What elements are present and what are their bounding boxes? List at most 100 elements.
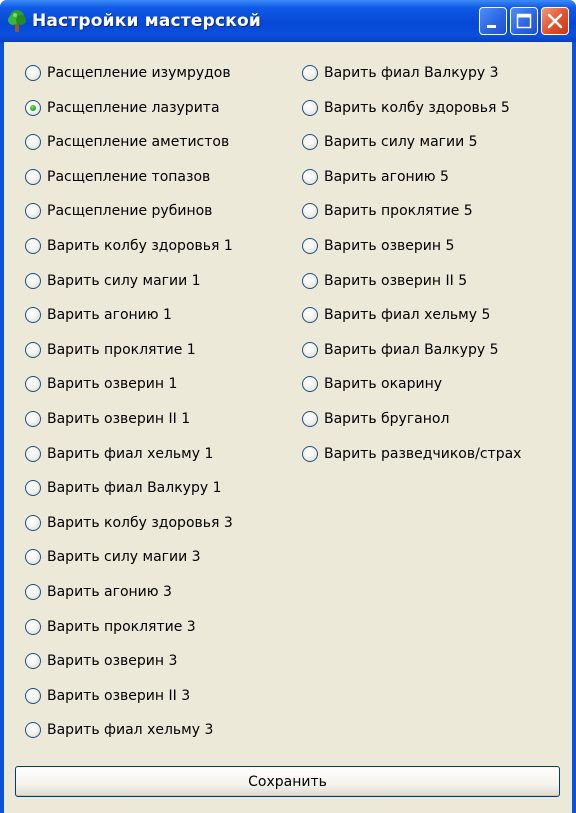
radio-label: Расщепление лазурита xyxy=(47,99,220,116)
radio-label: Варить фиал хельму 5 xyxy=(324,307,491,324)
radio-label: Варить озверин II 3 xyxy=(47,687,191,704)
radio-button[interactable] xyxy=(302,445,318,462)
radio-label: Варить агонию 5 xyxy=(324,168,449,185)
radio-option[interactable]: Варить силу магии 5 xyxy=(302,131,478,153)
radio-option[interactable]: Варить колбу здоровья 5 xyxy=(302,97,510,119)
radio-option[interactable]: Расщепление изумрудов xyxy=(25,62,231,84)
radio-option[interactable]: Варить колбу здоровья 3 xyxy=(25,512,233,534)
radio-button[interactable] xyxy=(302,238,318,254)
radio-option[interactable]: Варить силу магии 3 xyxy=(25,546,201,568)
radio-label: Варить озверин 3 xyxy=(47,653,178,670)
radio-label: Варить фиал хельму 1 xyxy=(47,445,214,462)
radio-label: Варить силу магии 3 xyxy=(47,549,201,566)
radio-option[interactable]: Варить фиал Валкуру 1 xyxy=(25,477,221,499)
radio-label: Варить озверин 1 xyxy=(47,376,178,393)
radio-button[interactable] xyxy=(25,411,41,427)
radio-label: Варить колбу здоровья 5 xyxy=(324,99,510,116)
radio-button[interactable] xyxy=(25,549,41,566)
radio-button[interactable] xyxy=(25,272,41,289)
radio-option[interactable]: Расщепление рубинов xyxy=(25,200,212,222)
radio-label: Варить окарину xyxy=(324,376,443,393)
radio-label: Варить колбу здоровья 3 xyxy=(47,514,233,531)
radio-button[interactable] xyxy=(302,376,318,393)
radio-label: Варить бруганол xyxy=(324,411,450,427)
radio-label: Варить озверин II 5 xyxy=(324,272,468,289)
radio-option[interactable]: Варить агонию 3 xyxy=(25,581,172,603)
radio-option[interactable]: Варить проклятие 3 xyxy=(25,616,196,638)
radio-label: Варить фиал Валкуру 3 xyxy=(324,65,499,81)
radio-label: Расщепление рубинов xyxy=(47,203,213,220)
radio-label: Расщепление аметистов xyxy=(47,134,230,151)
radio-option[interactable]: Варить разведчиков/страх xyxy=(302,443,521,465)
radio-label: Расщепление топазов xyxy=(47,168,211,185)
radio-label: Варить озверин 5 xyxy=(324,238,455,254)
radio-button[interactable] xyxy=(25,687,41,704)
radio-button[interactable] xyxy=(302,272,318,289)
radio-button-checked[interactable] xyxy=(25,99,41,116)
radio-button[interactable] xyxy=(302,341,318,358)
title-bar[interactable]: Настройки мастерской xyxy=(0,0,576,42)
radio-button[interactable] xyxy=(302,203,318,220)
close-button[interactable] xyxy=(541,7,569,35)
radio-label: Варить агонию 1 xyxy=(47,307,172,324)
radio-button[interactable] xyxy=(25,203,41,220)
window-title: Настройки мастерской xyxy=(32,11,261,31)
radio-button[interactable] xyxy=(302,134,318,151)
tree-icon xyxy=(8,10,26,32)
radio-button[interactable] xyxy=(25,168,41,185)
radio-button[interactable] xyxy=(25,307,41,324)
radio-button[interactable] xyxy=(302,168,318,185)
radio-option[interactable]: Варить колбу здоровья 1 xyxy=(25,235,233,257)
radio-label: Варить озверин II 1 xyxy=(47,411,191,427)
radio-option[interactable]: Расщепление лазурита xyxy=(25,97,220,119)
maximize-button[interactable] xyxy=(510,7,538,35)
close-icon xyxy=(547,13,563,29)
radio-label: Варить агонию 3 xyxy=(47,584,172,600)
radio-label: Варить силу магии 1 xyxy=(47,272,201,289)
radio-button[interactable] xyxy=(302,307,318,324)
radio-button[interactable] xyxy=(25,618,41,635)
radio-button[interactable] xyxy=(25,480,41,497)
radio-option[interactable]: Расщепление топазов xyxy=(25,166,210,188)
radio-option[interactable]: Варить силу магии 1 xyxy=(25,270,201,292)
radio-option[interactable]: Варить фиал Валкуру 3 xyxy=(302,62,498,84)
radio-option[interactable]: Варить проклятие 1 xyxy=(25,339,196,361)
radio-button[interactable] xyxy=(302,65,318,81)
radio-option[interactable]: Варить фиал хельму 1 xyxy=(25,443,213,465)
save-button[interactable]: Сохранить xyxy=(15,766,560,797)
radio-label: Варить фиал Валкуру 1 xyxy=(47,480,222,497)
radio-option[interactable]: Варить озверин 1 xyxy=(25,373,177,395)
radio-button[interactable] xyxy=(25,653,41,670)
radio-button[interactable] xyxy=(302,411,318,427)
radio-option[interactable]: Варить фиал хельму 5 xyxy=(302,304,490,326)
radio-label: Варить силу магии 5 xyxy=(324,134,478,151)
radio-label: Варить проклятие 5 xyxy=(324,203,473,220)
radio-option[interactable]: Варить окарину xyxy=(302,373,442,395)
radio-option[interactable]: Варить озверин II 1 xyxy=(25,408,190,430)
radio-option[interactable]: Расщепление аметистов xyxy=(25,131,229,153)
radio-option[interactable]: Варить агонию 1 xyxy=(25,304,172,326)
radio-button[interactable] xyxy=(25,238,41,254)
radio-option[interactable]: Варить фиал Валкуру 5 xyxy=(302,339,498,361)
radio-button[interactable] xyxy=(25,445,41,462)
radio-button[interactable] xyxy=(302,99,318,116)
radio-option[interactable]: Варить озверин 3 xyxy=(25,650,177,672)
radio-button[interactable] xyxy=(25,722,41,739)
radio-label: Варить фиал хельму 3 xyxy=(47,722,214,739)
radio-label: Варить колбу здоровья 1 xyxy=(47,238,233,254)
radio-button[interactable] xyxy=(25,376,41,393)
radio-option[interactable]: Варить агонию 5 xyxy=(302,166,449,188)
radio-option[interactable]: Варить озверин 5 xyxy=(302,235,454,257)
radio-button[interactable] xyxy=(25,514,41,531)
radio-button[interactable] xyxy=(25,134,41,151)
radio-button[interactable] xyxy=(25,65,41,81)
radio-button[interactable] xyxy=(25,584,41,600)
radio-label: Варить разведчиков/страх xyxy=(324,445,522,462)
radio-option[interactable]: Варить фиал хельму 3 xyxy=(25,719,213,741)
radio-option[interactable]: Варить бруганол xyxy=(302,408,449,430)
radio-button[interactable] xyxy=(25,341,41,358)
radio-option[interactable]: Варить проклятие 5 xyxy=(302,200,473,222)
radio-option[interactable]: Варить озверин II 3 xyxy=(25,685,190,707)
radio-option[interactable]: Варить озверин II 5 xyxy=(302,270,467,292)
minimize-button[interactable] xyxy=(479,7,507,35)
